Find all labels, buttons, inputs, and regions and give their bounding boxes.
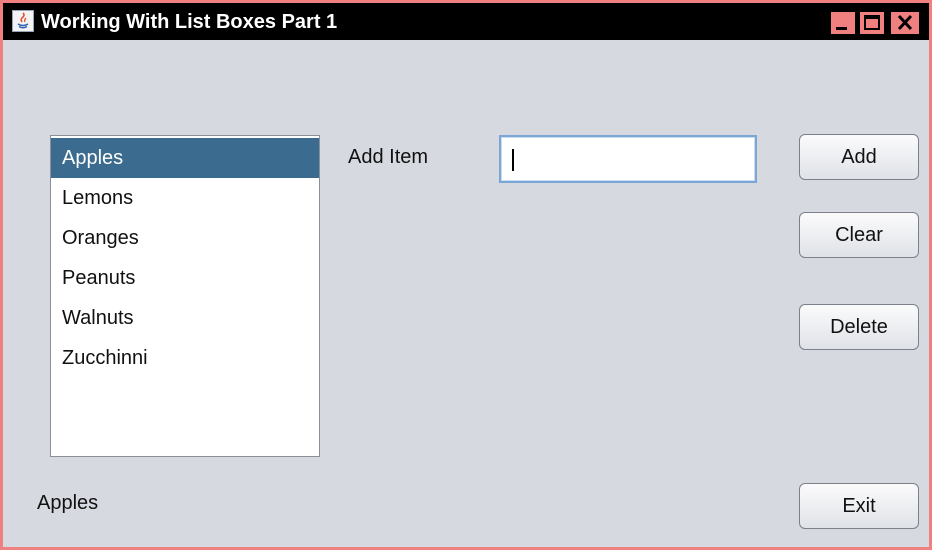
list-item[interactable]: Lemons	[51, 178, 319, 218]
list-item[interactable]: Zucchinni	[51, 338, 319, 378]
maximize-button[interactable]	[859, 11, 885, 35]
list-item[interactable]: Peanuts	[51, 258, 319, 298]
title-bar[interactable]: Working With List Boxes Part 1	[3, 3, 929, 40]
delete-button[interactable]: Delete	[799, 304, 919, 350]
list-item[interactable]: Apples	[51, 138, 319, 178]
exit-button[interactable]: Exit	[799, 483, 919, 529]
java-icon	[12, 10, 34, 32]
window-title: Working With List Boxes Part 1	[41, 11, 338, 33]
close-button[interactable]	[890, 11, 920, 35]
maximize-icon	[864, 15, 880, 30]
list-item[interactable]: Oranges	[51, 218, 319, 258]
clear-button[interactable]: Clear	[799, 212, 919, 258]
fruit-list[interactable]: Apples Lemons Oranges Peanuts Walnuts Zu…	[50, 135, 320, 457]
add-button[interactable]: Add	[799, 134, 919, 180]
text-caret	[512, 149, 514, 171]
list-item[interactable]: Walnuts	[51, 298, 319, 338]
add-item-label: Add Item	[348, 146, 429, 168]
minimize-icon	[836, 27, 847, 30]
selected-item-label: Apples	[37, 492, 99, 514]
close-icon	[897, 14, 913, 31]
minimize-button[interactable]	[830, 11, 856, 35]
add-item-input[interactable]	[499, 135, 757, 183]
app-window: Working With List Boxes Part 1 Apples Le…	[0, 0, 932, 550]
